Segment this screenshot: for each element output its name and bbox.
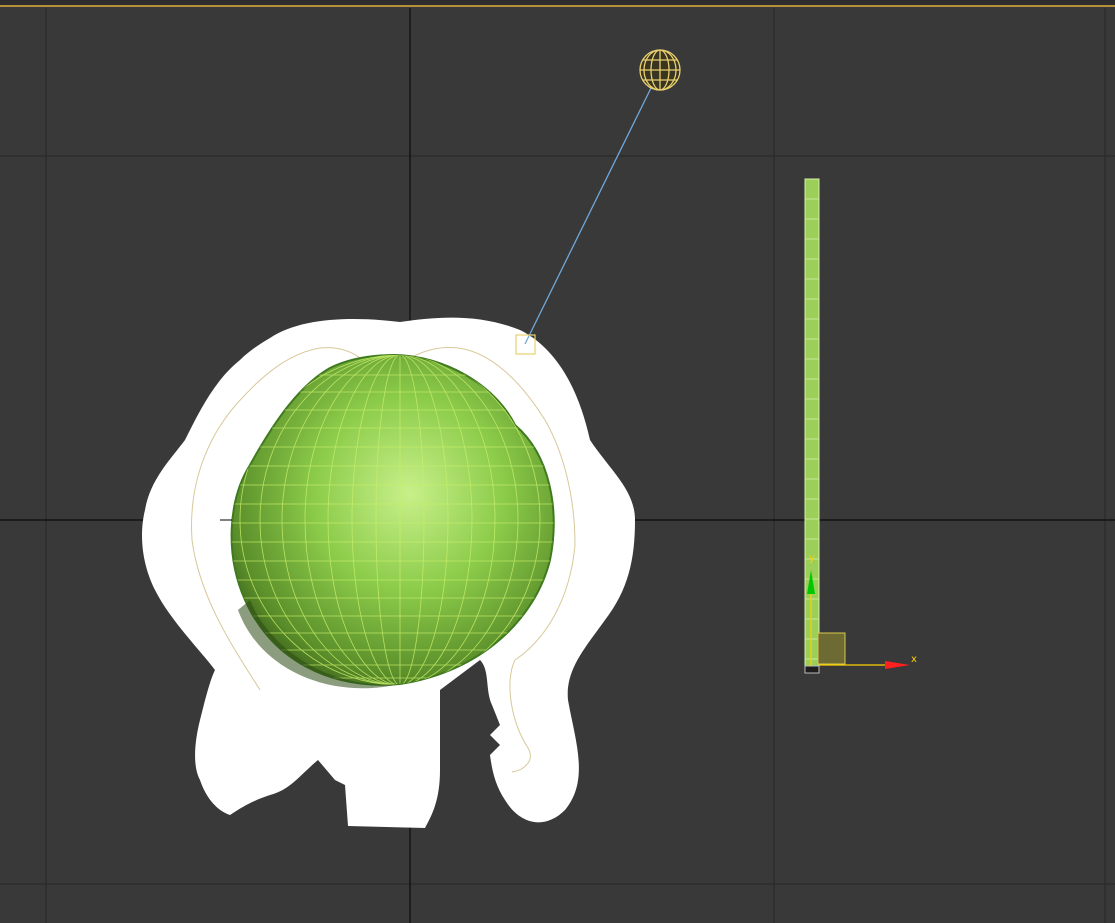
gizmo-plane-handle[interactable] (817, 632, 846, 665)
green-column-bar[interactable] (804, 178, 820, 674)
light-target-line[interactable] (524, 85, 653, 345)
gizmo-y-label: y (809, 553, 815, 564)
gizmo-x-label: x (911, 654, 917, 665)
gizmo-x-arrow[interactable] (885, 661, 910, 669)
perspective-viewport[interactable]: y x (0, 0, 1115, 923)
viewport-canvas[interactable] (0, 0, 1115, 923)
globe-light-icon[interactable] (639, 49, 681, 91)
transform-gizmo[interactable] (807, 570, 910, 669)
